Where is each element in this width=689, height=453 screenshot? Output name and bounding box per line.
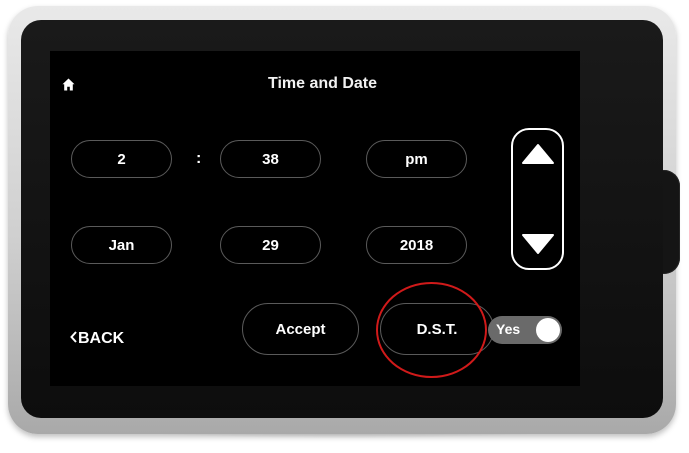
ampm-field[interactable]: pm [366, 140, 467, 178]
adjust-control [511, 128, 564, 270]
back-label: BACK [78, 330, 125, 347]
page-title: Time and Date [267, 75, 378, 92]
annotation-highlight-circle [376, 282, 487, 378]
back-button[interactable]: BACK [70, 330, 124, 348]
chevron-left-icon [70, 330, 77, 348]
minute-field[interactable]: 38 [220, 140, 321, 178]
triangle-down-icon[interactable] [519, 231, 556, 257]
day-field[interactable]: 29 [220, 226, 321, 264]
toggle-knob [536, 318, 560, 342]
year-field[interactable]: 2018 [366, 226, 467, 264]
accept-button[interactable]: Accept [242, 303, 359, 355]
dst-toggle-label: Yes [496, 321, 521, 337]
triangle-up-icon[interactable] [519, 141, 556, 167]
touch-screen: Time and Date 2 : 38 pm Jan 29 2018 BACK… [50, 51, 580, 386]
month-field[interactable]: Jan [71, 226, 172, 264]
time-separator: : [196, 150, 202, 167]
hour-field[interactable]: 2 [71, 140, 172, 178]
dst-toggle[interactable]: Yes [488, 316, 562, 344]
